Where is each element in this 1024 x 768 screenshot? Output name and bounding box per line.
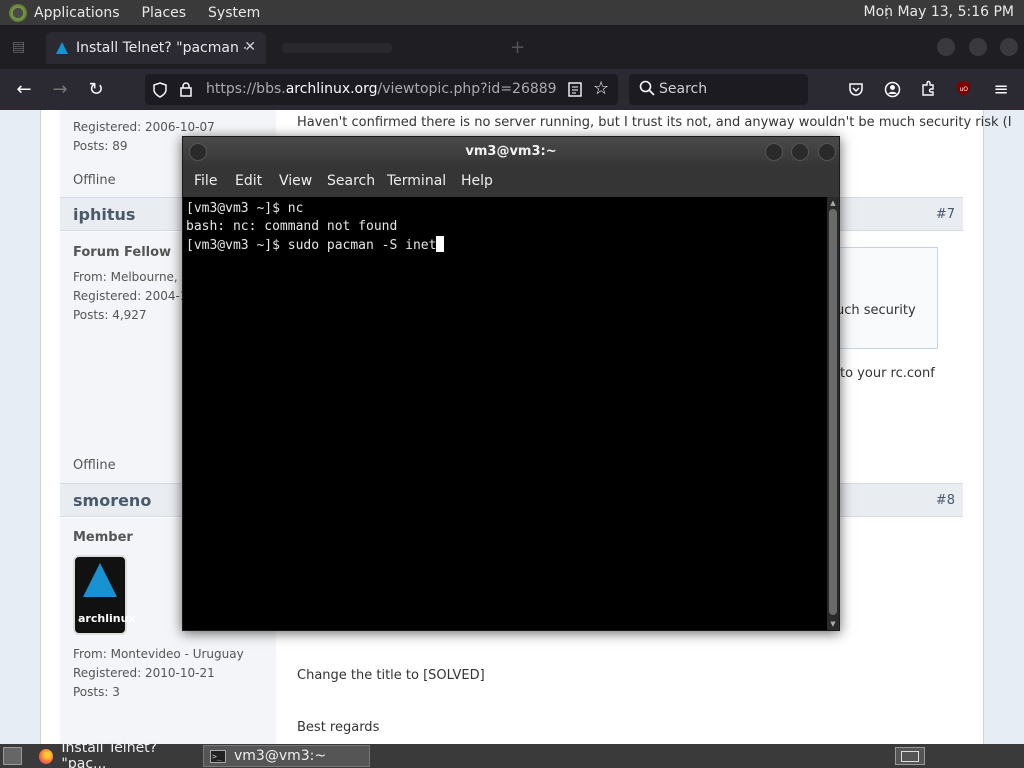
terminal-cursor	[436, 236, 445, 252]
post7-quote	[830, 247, 938, 349]
post7-registered: Registered: 2004-10	[73, 289, 196, 303]
window-menu-button[interactable]	[189, 143, 207, 161]
search-icon	[639, 80, 655, 96]
new-tab-icon[interactable]: +	[510, 37, 525, 58]
post8-author[interactable]: smoreno	[73, 491, 151, 510]
maximize-button[interactable]	[969, 38, 987, 56]
tab-list-icon[interactable]: ▤	[12, 39, 28, 55]
desktop: Applications Places System Mon May 13, 5…	[0, 0, 1024, 768]
post7-quote-fragment: uch security	[836, 303, 916, 318]
gnome-foot-icon[interactable]	[9, 3, 27, 22]
post7-posts: Posts: 4,927	[73, 308, 147, 322]
terminal-menubar: File Edit View Search Terminal Help	[183, 167, 839, 197]
post7-author[interactable]: iphitus	[73, 205, 135, 224]
post8-line2: Best regards	[297, 720, 380, 735]
post8-line1: Change the title to [SOLVED]	[297, 668, 485, 683]
menu-terminal[interactable]: Terminal	[387, 173, 446, 189]
system-menu[interactable]: System	[208, 5, 260, 21]
maximize-button[interactable]	[791, 143, 809, 161]
extensions-icon[interactable]	[920, 80, 937, 97]
search-placeholder: Search	[659, 81, 708, 97]
terminal-title: vm3@vm3:~	[465, 144, 557, 159]
minimize-button[interactable]	[937, 38, 955, 56]
browser-nav-bar: ← → ↻ https://bbs.archlinux.org/viewtopi…	[0, 69, 1024, 110]
post6-status: Offline	[73, 173, 116, 188]
terminal-titlebar[interactable]: vm3@vm3:~	[183, 137, 839, 167]
firefox-icon	[39, 748, 54, 764]
terminal-line: bash: nc: command not found	[186, 219, 398, 234]
post7-from: From: Melbourne, Au	[73, 270, 198, 284]
url-text[interactable]: https://bbs.archlinux.org/viewtopic.php?…	[206, 81, 557, 97]
post6-text: Haven't confirmed there is no server run…	[297, 115, 1012, 130]
post8-registered: Registered: 2010-10-21	[73, 666, 215, 680]
menu-view[interactable]: View	[279, 173, 312, 189]
scroll-up-icon[interactable]: ▲	[829, 199, 837, 207]
terminal-scrollbar[interactable]: ▲ ▼	[827, 197, 839, 630]
post7-number[interactable]: #7	[936, 207, 955, 222]
lock-icon[interactable]	[180, 82, 192, 97]
minimize-button[interactable]	[765, 143, 783, 161]
url-prefix: https://bbs.	[206, 81, 286, 97]
tab-title: Install Telnet? "pacman -S t	[76, 40, 246, 56]
tab-close-icon[interactable]: ✕	[244, 39, 256, 55]
menu-edit[interactable]: Edit	[235, 173, 262, 189]
top-panel: Applications Places System Mon May 13, 5…	[0, 0, 1024, 25]
post8-role: Member	[73, 530, 133, 545]
back-icon[interactable]: ←	[13, 79, 35, 101]
shield-icon[interactable]	[153, 82, 167, 98]
post6-posts: Posts: 89	[73, 139, 128, 153]
pocket-icon[interactable]	[848, 81, 864, 97]
clock[interactable]: Mon May 13, 5:16 PM	[864, 4, 1015, 20]
menu-file[interactable]: File	[194, 173, 217, 189]
ublock-icon[interactable]: uO	[956, 80, 971, 97]
url-host: archlinux.org	[285, 81, 378, 97]
taskbar-terminal[interactable]: >_ vm3@vm3:~	[203, 745, 370, 767]
bookmark-star-icon[interactable]: ☆	[593, 78, 609, 99]
terminal-line-current: [vm3@vm3 ~]$ sudo pacman -S inet	[186, 236, 824, 254]
terminal-line-text: [vm3@vm3 ~]$ sudo pacman -S inet	[186, 238, 437, 253]
arch-logo-icon	[56, 42, 68, 54]
taskbar-firefox-label: Install Telnet? "pac...	[61, 740, 158, 768]
scrollbar-thumb[interactable]	[829, 209, 837, 615]
terminal-screen[interactable]: [vm3@vm3 ~]$ nc bash: nc: command not fo…	[183, 197, 827, 630]
avatar-text: archlinux	[78, 612, 136, 625]
taskbar-terminal-label: vm3@vm3:~	[234, 748, 327, 764]
tab-install-telnet[interactable]: Install Telnet? "pacman -S t ✕	[46, 32, 266, 64]
menu-help[interactable]: Help	[461, 173, 493, 189]
bottom-panel: Install Telnet? "pac... >_ vm3@vm3:~	[0, 740, 1024, 768]
post6-registered: Registered: 2006-10-07	[73, 120, 215, 134]
url-bar[interactable]: https://bbs.archlinux.org/viewtopic.php?…	[145, 74, 618, 105]
reload-icon[interactable]: ↻	[85, 79, 107, 101]
post8-number[interactable]: #8	[936, 493, 955, 508]
close-window-button[interactable]	[818, 143, 836, 161]
search-input[interactable]: Search	[629, 74, 808, 105]
post7-status: Offline	[73, 458, 116, 473]
tab-ghost	[282, 43, 392, 53]
post7-text-fragment: to your rc.conf	[840, 366, 935, 381]
terminal-window[interactable]: vm3@vm3:~ File Edit View Search Terminal…	[182, 136, 840, 631]
post8-posts: Posts: 3	[73, 685, 120, 699]
close-window-button[interactable]	[1000, 38, 1018, 56]
post8-from: From: Montevideo - Uruguay	[73, 647, 244, 661]
reader-icon[interactable]	[568, 82, 582, 97]
taskbar-firefox[interactable]: Install Telnet? "pac...	[33, 740, 201, 768]
url-path: /viewtopic.php?id=26889	[377, 81, 557, 97]
menu-search[interactable]: Search	[327, 173, 375, 189]
arch-logo-icon	[83, 563, 117, 597]
scroll-down-icon[interactable]: ▼	[829, 620, 837, 628]
browser-tab-bar: ▤ Install Telnet? "pacman -S t ✕ +	[0, 25, 1024, 69]
account-icon[interactable]	[884, 81, 901, 98]
terminal-icon: >_	[210, 749, 226, 763]
forward-icon[interactable]: →	[49, 79, 71, 101]
svg-text:uO: uO	[960, 86, 969, 93]
show-desktop-button[interactable]	[3, 747, 22, 765]
applications-menu[interactable]: Applications	[34, 5, 120, 21]
workspace-switcher[interactable]	[895, 747, 925, 765]
places-menu[interactable]: Places	[142, 5, 187, 21]
menu-icon[interactable]: ≡	[990, 79, 1012, 101]
post7-role: Forum Fellow	[73, 245, 172, 260]
workspace-1[interactable]	[901, 751, 919, 762]
terminal-line: [vm3@vm3 ~]$ nc	[186, 201, 304, 216]
post8-avatar: archlinux	[73, 555, 136, 635]
